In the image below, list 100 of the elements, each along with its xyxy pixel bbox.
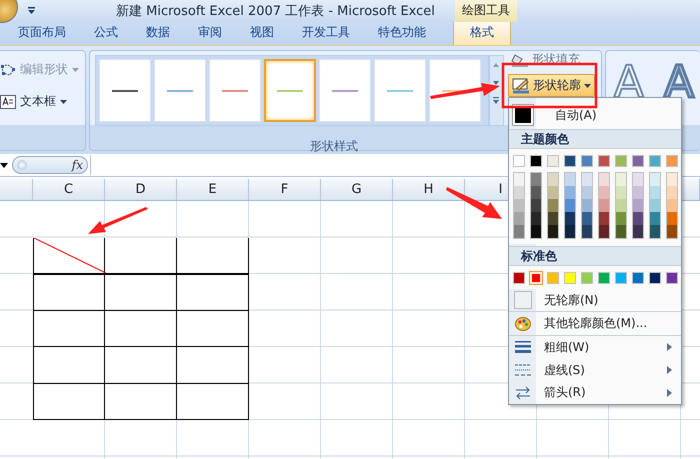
ribbon-tab[interactable]: 公式 [85, 21, 127, 45]
color-swatch[interactable] [548, 224, 558, 238]
ribbon-tab[interactable]: 页面布局 [9, 21, 75, 45]
color-swatch[interactable] [564, 272, 576, 284]
ribbon-tab[interactable]: 数据 [137, 21, 179, 45]
color-swatch[interactable] [598, 272, 610, 284]
color-swatch[interactable] [564, 154, 576, 167]
color-swatch[interactable] [599, 172, 609, 186]
color-swatch[interactable] [514, 212, 524, 225]
color-swatch[interactable] [581, 154, 593, 167]
color-swatch[interactable] [616, 212, 626, 225]
color-swatch[interactable] [531, 212, 541, 225]
color-swatch[interactable] [667, 186, 677, 199]
column-header[interactable]: E [177, 179, 249, 200]
color-swatch[interactable] [514, 172, 524, 186]
ribbon-tab[interactable]: 审阅 [189, 21, 231, 45]
color-swatch[interactable] [531, 186, 541, 199]
insert-function-button[interactable]: fx [72, 158, 83, 172]
color-swatch[interactable] [667, 224, 677, 238]
color-swatch[interactable] [615, 272, 627, 284]
color-swatch[interactable] [599, 198, 609, 212]
color-swatch[interactable] [514, 186, 524, 199]
color-swatch[interactable] [565, 186, 575, 199]
color-swatch[interactable] [548, 212, 558, 225]
column-header[interactable]: C [33, 179, 105, 200]
text-box-icon [0, 94, 16, 108]
color-swatch[interactable] [632, 154, 644, 167]
dropdown-caret-icon[interactable] [27, 7, 36, 15]
color-swatch[interactable] [531, 172, 541, 186]
color-swatch[interactable] [565, 212, 575, 225]
color-swatch[interactable] [616, 172, 626, 186]
color-swatch[interactable] [633, 224, 643, 238]
color-swatch[interactable] [514, 224, 524, 238]
table-cell [177, 347, 249, 384]
column-header[interactable]: F [249, 179, 321, 200]
color-swatch[interactable] [633, 186, 643, 199]
color-swatch[interactable] [632, 272, 644, 284]
ribbon-button[interactable]: 文本框 [0, 93, 81, 110]
color-swatch[interactable] [615, 154, 627, 167]
color-swatch[interactable] [667, 172, 677, 186]
color-swatch[interactable] [649, 272, 661, 284]
color-swatch[interactable] [581, 272, 593, 284]
menu-item[interactable]: 箭头(R) [544, 384, 586, 402]
color-swatch[interactable] [599, 212, 609, 225]
caret-icon[interactable] [0, 162, 8, 168]
color-swatch[interactable] [650, 172, 660, 186]
color-swatch[interactable] [582, 224, 592, 238]
menu-item[interactable]: 粗细(W) [544, 338, 590, 356]
column-header[interactable]: D [105, 179, 177, 200]
color-swatch[interactable] [598, 154, 610, 167]
color-swatch[interactable] [582, 212, 592, 225]
group-label: 形状样式 [310, 138, 358, 155]
color-swatch[interactable] [650, 186, 660, 199]
color-swatch[interactable] [666, 154, 678, 167]
ribbon-tab[interactable]: 特色功能 [369, 21, 435, 45]
color-swatch[interactable] [531, 198, 541, 212]
menu-item[interactable]: 其他轮廓颜色(M)... [544, 315, 648, 332]
ribbon-tab[interactable]: 开发工具 [293, 21, 359, 45]
line-style-thumbnail[interactable] [264, 59, 316, 122]
menu-item[interactable]: 无轮廓(N) [544, 292, 598, 308]
color-swatch[interactable] [547, 154, 559, 167]
color-swatch[interactable] [565, 224, 575, 238]
color-swatch[interactable] [633, 212, 643, 225]
menu-item[interactable]: 虚线(S) [544, 362, 585, 379]
color-swatch[interactable] [666, 272, 678, 284]
color-swatch[interactable] [650, 198, 660, 212]
color-swatch[interactable] [650, 224, 660, 238]
color-swatch[interactable] [582, 186, 592, 199]
color-swatch[interactable] [649, 154, 661, 167]
color-swatch[interactable] [667, 198, 677, 212]
ribbon-tab[interactable]: 格式 [453, 20, 511, 45]
color-swatch[interactable] [667, 212, 677, 225]
color-swatch[interactable] [547, 272, 559, 284]
color-swatch[interactable] [565, 172, 575, 186]
ribbon-tab[interactable]: 视图 [241, 21, 283, 45]
pencil-icon [512, 78, 530, 94]
color-swatch[interactable] [531, 224, 541, 238]
color-swatch[interactable] [530, 154, 542, 167]
color-swatch[interactable] [548, 198, 558, 212]
color-swatch[interactable] [650, 212, 660, 225]
color-swatch[interactable] [599, 224, 609, 238]
shape-outline-button[interactable]: 形状轮廓 [508, 74, 595, 97]
color-swatch[interactable] [548, 172, 558, 186]
color-swatch[interactable] [582, 172, 592, 186]
color-swatch[interactable] [616, 186, 626, 199]
color-swatch[interactable] [548, 186, 558, 199]
color-swatch[interactable] [565, 198, 575, 212]
table-cell [105, 274, 177, 310]
color-swatch[interactable] [633, 198, 643, 212]
color-swatch[interactable] [616, 198, 626, 212]
color-swatch[interactable] [513, 272, 525, 284]
menu-item[interactable]: 自动(A) [555, 106, 597, 124]
color-swatch[interactable] [633, 172, 643, 186]
resize-handle[interactable] [17, 160, 27, 170]
color-swatch[interactable] [514, 198, 524, 212]
color-swatch[interactable] [513, 154, 525, 167]
column-header[interactable]: G [321, 179, 393, 200]
color-swatch[interactable] [582, 198, 592, 212]
color-swatch[interactable] [599, 186, 609, 199]
color-swatch[interactable] [616, 224, 626, 238]
